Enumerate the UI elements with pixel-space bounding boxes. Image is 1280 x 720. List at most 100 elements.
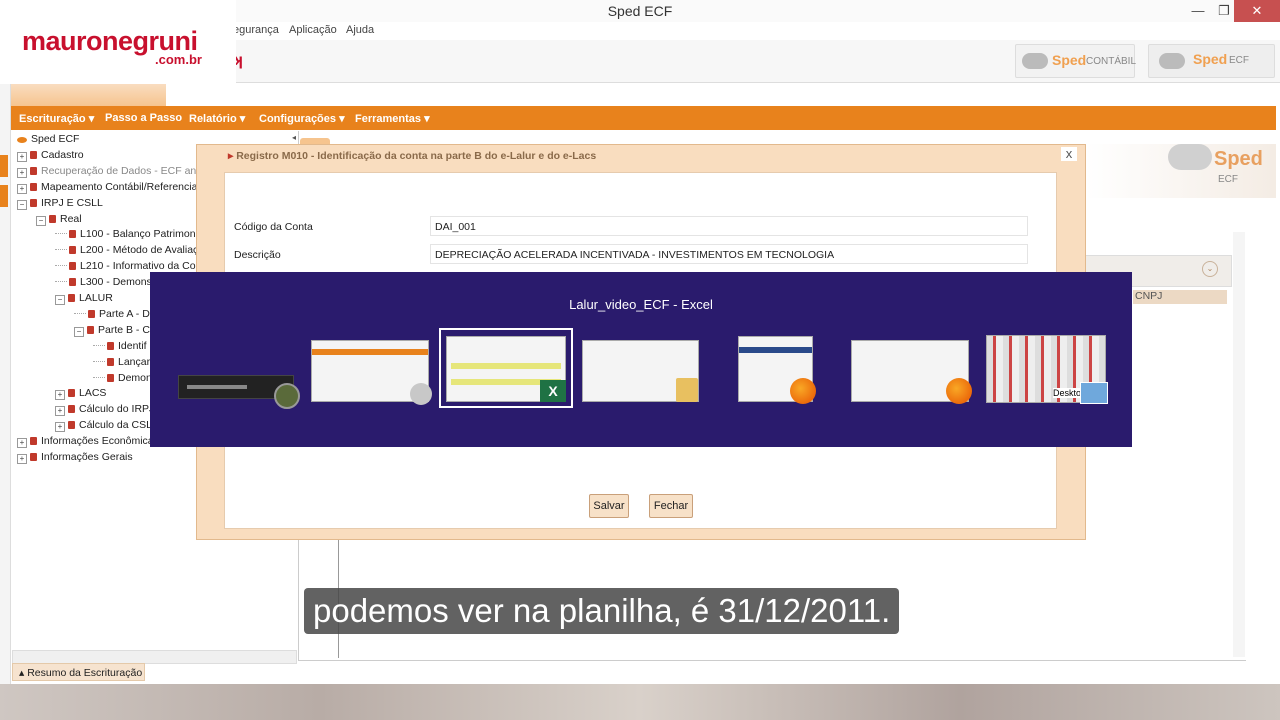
tree-connector [93, 376, 105, 378]
nav-passo-a-passo[interactable]: Passo a Passo [105, 112, 182, 124]
tree-connector [74, 312, 86, 314]
tree-horizontal-scrollbar[interactable] [12, 650, 297, 664]
tree-item[interactable]: + Mapeamento Contábil/Referencia [17, 181, 197, 197]
tree-item-label: Parte B - C [98, 323, 150, 336]
expand-icon[interactable]: + [17, 183, 27, 194]
dialog-title: ▸ Registro M010 - Identificação da conta… [228, 150, 596, 162]
sped-contabil-button[interactable]: Sped CONTÁBIL [1015, 44, 1136, 78]
tree-connector [55, 265, 67, 267]
cnpj-column-header: CNPJ [1133, 290, 1227, 304]
tree-item-label: LACS [79, 387, 107, 400]
expand-icon[interactable]: + [17, 438, 27, 449]
book-icon [30, 198, 37, 207]
book-icon [87, 325, 94, 334]
tree-item-label: Informações Econômica [41, 435, 154, 448]
tree-connector [93, 344, 105, 346]
collapse-icon[interactable]: − [17, 199, 27, 210]
book-icon [30, 182, 37, 191]
dialog-title-text: Registro M010 - Identificação da conta n… [236, 150, 597, 162]
tree-item[interactable]: − IRPJ E CSLL [17, 197, 103, 213]
book-icon [30, 437, 37, 446]
desktop-icon [1080, 382, 1108, 404]
book-icon [68, 389, 75, 398]
nav-configuracoes[interactable]: Configurações ▾ [259, 112, 345, 125]
book-icon [49, 214, 56, 223]
codigo-conta-label: Código da Conta [234, 221, 313, 233]
tree-item-label: Cadastro [41, 148, 84, 161]
header-band [10, 84, 166, 106]
cloud-icon [1168, 144, 1212, 170]
sped-ecf-button[interactable]: Sped ECF [1148, 44, 1275, 78]
dialog-icon: ▸ [228, 150, 237, 162]
watermark-logo: mauronegruni .com.br [0, 0, 236, 84]
media-app-icon [274, 383, 300, 409]
collapse-icon[interactable]: − [55, 295, 65, 305]
nav-escrituracao[interactable]: Escrituração ▾ [19, 112, 94, 125]
expand-icon[interactable]: + [17, 167, 27, 178]
sped-icon [17, 137, 27, 143]
tree-item[interactable]: − Real [36, 213, 82, 229]
menu-aplicacao[interactable]: Aplicação [289, 24, 337, 36]
expand-icon[interactable]: + [55, 406, 65, 417]
firefox-icon [946, 378, 972, 404]
tree-item[interactable]: + Cálculo da CSLL [55, 419, 158, 435]
tree-item[interactable]: Parte A - D [74, 308, 150, 324]
tree-item[interactable]: Lançar [93, 356, 150, 372]
menu-seguranca[interactable]: egurança [233, 24, 279, 36]
tree-item[interactable]: Sped ECF [17, 133, 79, 149]
tree-item[interactable]: + Cálculo do IRPJ [55, 403, 154, 419]
taskbar [0, 684, 1280, 720]
tree-item-label: Real [60, 212, 82, 225]
book-icon [68, 405, 75, 414]
collapse-icon[interactable]: − [36, 215, 46, 226]
fechar-button[interactable]: Fechar [649, 494, 693, 518]
tree-item[interactable]: L200 - Método de Avaliaç [55, 244, 198, 260]
tree-connector [93, 360, 105, 362]
close-window-button[interactable]: ✕ [1234, 0, 1280, 22]
book-icon [88, 309, 95, 318]
tree-item[interactable]: − Parte B - C [74, 324, 150, 340]
side-collapse-tab[interactable] [0, 155, 8, 177]
expand-chevron-icon[interactable]: ⌄ [1202, 261, 1218, 277]
book-icon [107, 373, 114, 382]
tree-item[interactable]: + LACS [55, 387, 106, 403]
tree-item[interactable]: Demon [93, 372, 152, 388]
expand-icon[interactable]: + [55, 390, 65, 401]
tree-connector [55, 233, 67, 235]
collapse-arrow-icon[interactable]: ◂ [292, 133, 296, 142]
book-icon [30, 150, 37, 159]
descricao-input[interactable]: DEPRECIAÇÃO ACELERADA INCENTIVADA - INVE… [430, 244, 1028, 264]
folder-icon [676, 378, 698, 402]
tree-item-label: Recuperação de Dados - ECF ante [41, 164, 206, 177]
nav-relatorio[interactable]: Relatório ▾ [189, 112, 245, 125]
tree-item-label: Sped ECF [31, 133, 80, 145]
tree-item[interactable]: Identif [93, 340, 147, 356]
tree-item[interactable]: + Informações Econômica [17, 435, 154, 451]
expand-icon[interactable]: + [17, 454, 27, 464]
tree-item[interactable]: − LALUR [55, 292, 113, 308]
side-collapse-tab[interactable] [0, 185, 8, 207]
sped-ecf-word: Sped [1193, 51, 1228, 67]
dialog-close-button[interactable]: x [1061, 147, 1077, 161]
book-icon [107, 357, 114, 366]
collapse-icon[interactable]: − [74, 326, 84, 337]
content-vertical-scrollbar[interactable] [1233, 232, 1245, 657]
resumo-escrituracao-tab[interactable]: ▴ Resumo da Escrituração [12, 663, 145, 681]
tree-item[interactable]: L100 - Balanço Patrimonia [55, 228, 204, 244]
expand-icon[interactable]: + [17, 151, 27, 162]
thumbnail-content [187, 385, 247, 389]
tree-item-label: Cálculo da CSLL [79, 419, 158, 432]
tree-item-label: Parte A - D [99, 307, 150, 320]
tree-item[interactable]: L300 - Demons [55, 276, 152, 292]
expand-icon[interactable]: + [55, 422, 65, 433]
book-icon [107, 341, 114, 350]
salvar-button[interactable]: Salvar [589, 494, 629, 518]
codigo-conta-input[interactable]: DAI_001 [430, 216, 1028, 236]
menu-ajuda[interactable]: Ajuda [346, 24, 374, 36]
tree-item[interactable]: + Cadastro [17, 149, 84, 165]
sped-logo-word: Sped [1214, 148, 1263, 170]
nav-ferramentas[interactable]: Ferramentas ▾ [355, 112, 430, 125]
tree-item[interactable]: + Recuperação de Dados - ECF ante [17, 165, 205, 181]
tree-item[interactable]: + Informações Gerais [17, 451, 133, 467]
cloud-icon [1022, 53, 1048, 69]
